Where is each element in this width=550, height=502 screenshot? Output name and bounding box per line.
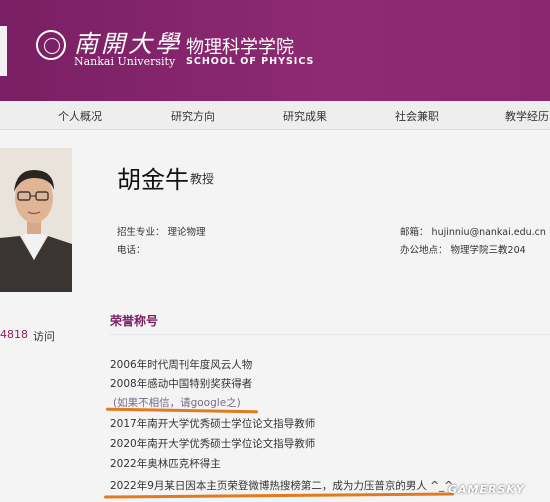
email-label: 邮箱： <box>400 227 429 238</box>
university-logo-cn[interactable]: 南開大學 <box>74 24 182 59</box>
office-label: 办公地点： <box>400 245 448 256</box>
honors-divider <box>110 334 550 335</box>
phone-label: 电话： <box>117 245 146 256</box>
nav-item-research-direction[interactable]: 研究方向 <box>171 108 215 124</box>
honor-item: 2006年时代周刊年度风云人物 <box>110 359 253 371</box>
nav-item-teaching[interactable]: 教学经历 <box>505 108 549 124</box>
visit-label: 访问 <box>33 330 55 343</box>
nav-item-research-results[interactable]: 研究成果 <box>283 108 327 124</box>
nav-item-social-positions[interactable]: 社会兼职 <box>395 108 439 124</box>
nav-item-profile[interactable]: 个人概况 <box>58 108 102 124</box>
site-header: 南開大學 Nankai University 物理科学学院 SCHOOL OF … <box>0 0 550 101</box>
highlight-underline <box>103 492 455 499</box>
header-edge <box>0 26 7 76</box>
university-logo-en: Nankai University <box>74 55 176 68</box>
honor-item: 2022年9月某日因本主页荣登微博热搜榜第二，成为力压普京的男人 ^_^ <box>110 480 454 492</box>
email-row: 邮箱： hujinniu@nankai.edu.cn <box>400 224 546 238</box>
honor-item: 2017年南开大学优秀硕士学位论文指导教师 <box>110 418 316 430</box>
honors-section-title: 荣誉称号 <box>110 314 159 328</box>
email-value[interactable]: hujinniu@nankai.edu.cn <box>432 227 546 238</box>
main-nav: 个人概况 研究方向 研究成果 社会兼职 教学经历 <box>0 101 550 130</box>
watermark-logo: GAMERSKY <box>448 483 525 496</box>
profile-name: 胡金牛 <box>117 166 189 194</box>
profile-title: 教授 <box>190 172 215 186</box>
honor-item: 2020年南开大学优秀硕士学位论文指导教师 <box>110 438 316 450</box>
major-label: 招生专业： <box>117 227 165 238</box>
phone-row: 电话： <box>117 242 146 256</box>
office-value: 物理学院三教204 <box>450 245 526 256</box>
portrait-illustration <box>0 148 72 292</box>
honor-item: 2008年感动中国特别奖获得者 <box>110 378 253 390</box>
university-seal-icon <box>36 30 66 60</box>
visit-count: 4818 <box>0 328 28 341</box>
office-row: 办公地点： 物理学院三教204 <box>400 242 526 256</box>
honor-item: 2022年奥林匹克杯得主 <box>110 458 221 470</box>
school-name-en: SCHOOL OF PHYSICS <box>186 56 315 67</box>
major-row: 招生专业： 理论物理 <box>117 224 206 238</box>
major-value: 理论物理 <box>167 227 206 238</box>
profile-photo <box>0 148 72 292</box>
